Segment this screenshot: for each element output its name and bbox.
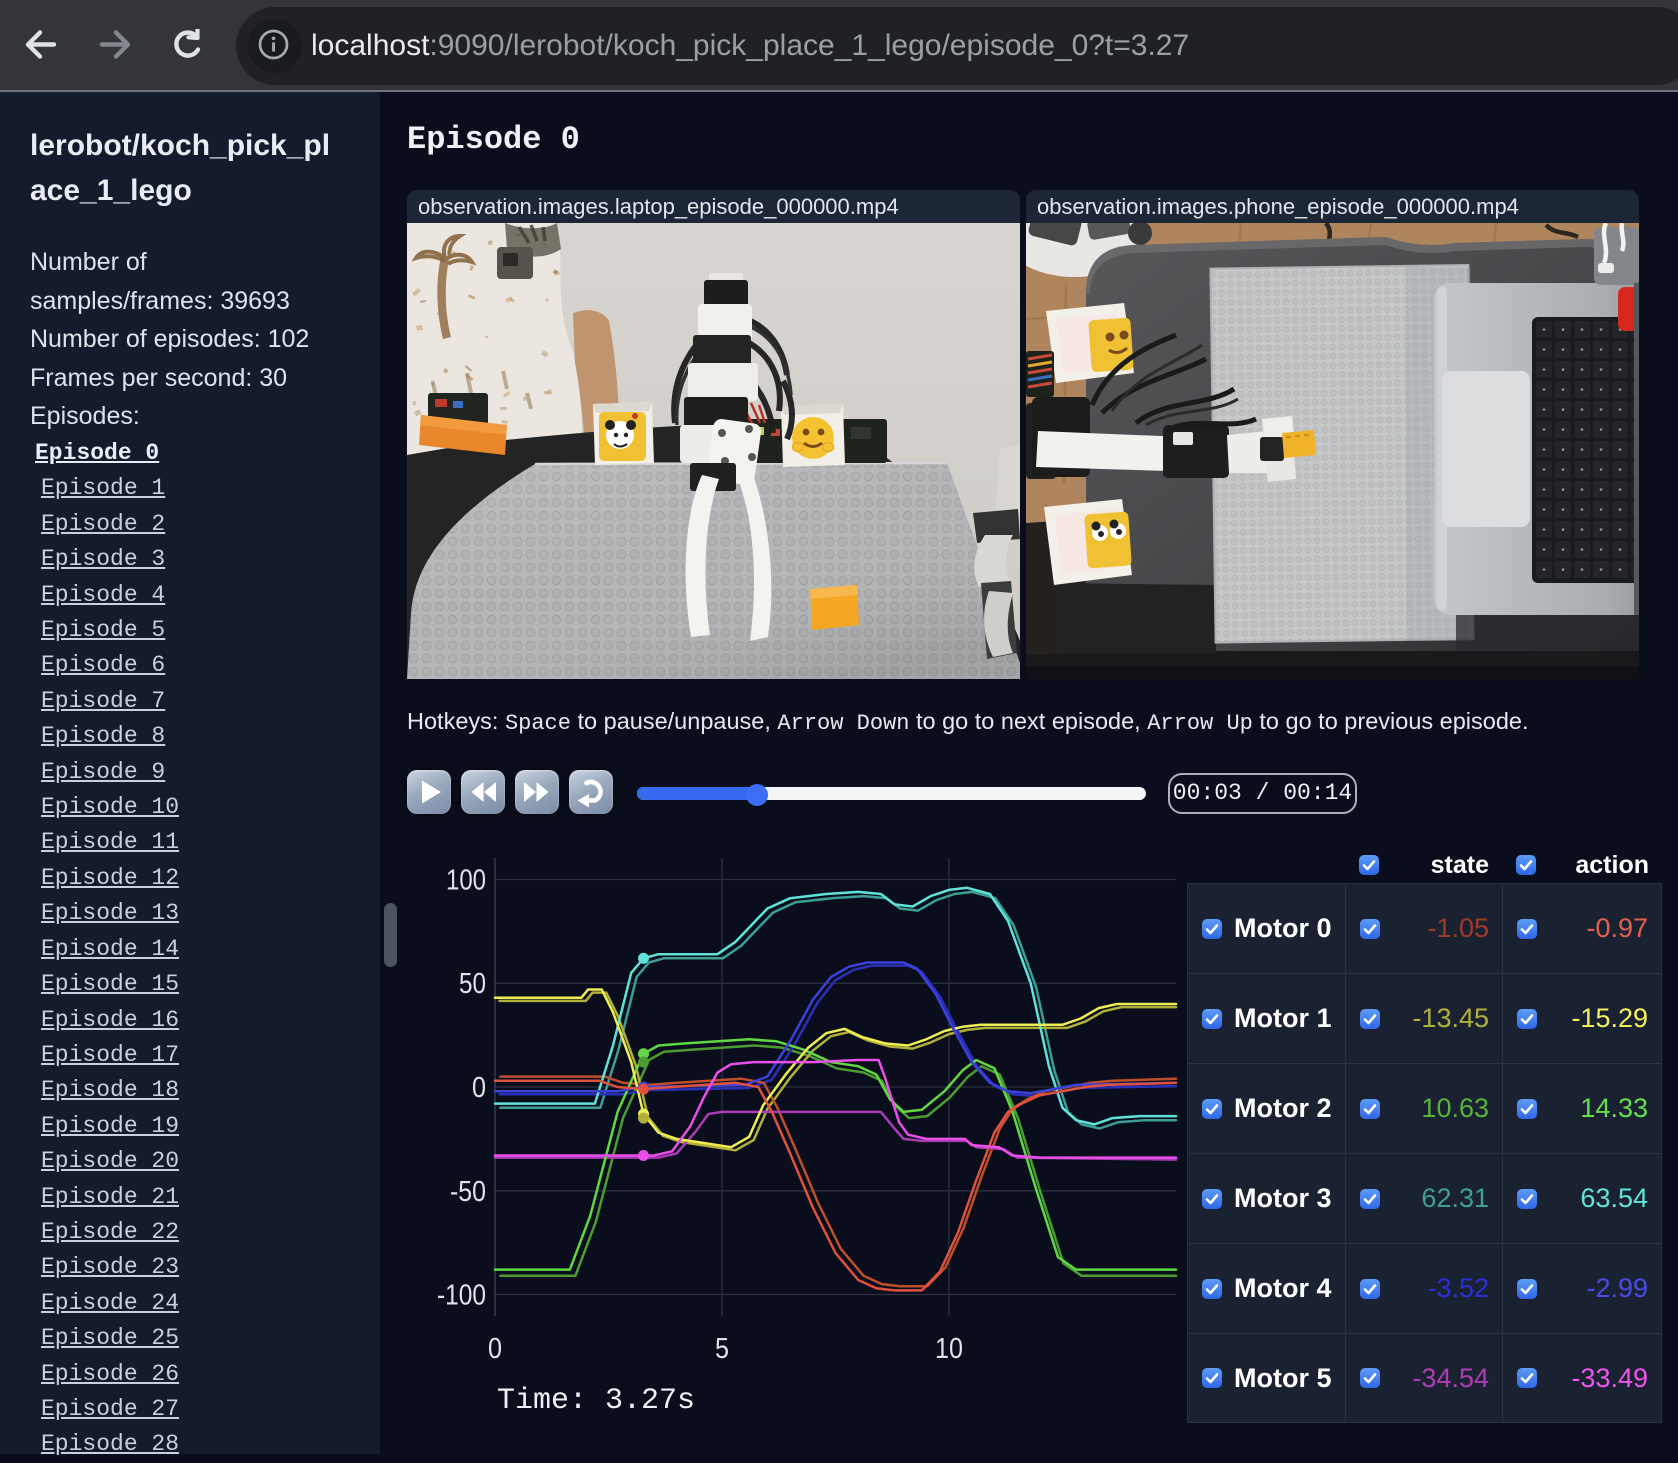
svg-text:0: 0 — [472, 1072, 486, 1104]
svg-text:0: 0 — [488, 1333, 502, 1365]
svg-text:50: 50 — [459, 968, 486, 1000]
svg-text:-100: -100 — [437, 1280, 486, 1312]
svg-text:100: 100 — [446, 865, 486, 897]
svg-text:-50: -50 — [450, 1176, 486, 1208]
svg-text:5: 5 — [715, 1333, 729, 1365]
svg-text:10: 10 — [935, 1333, 963, 1365]
